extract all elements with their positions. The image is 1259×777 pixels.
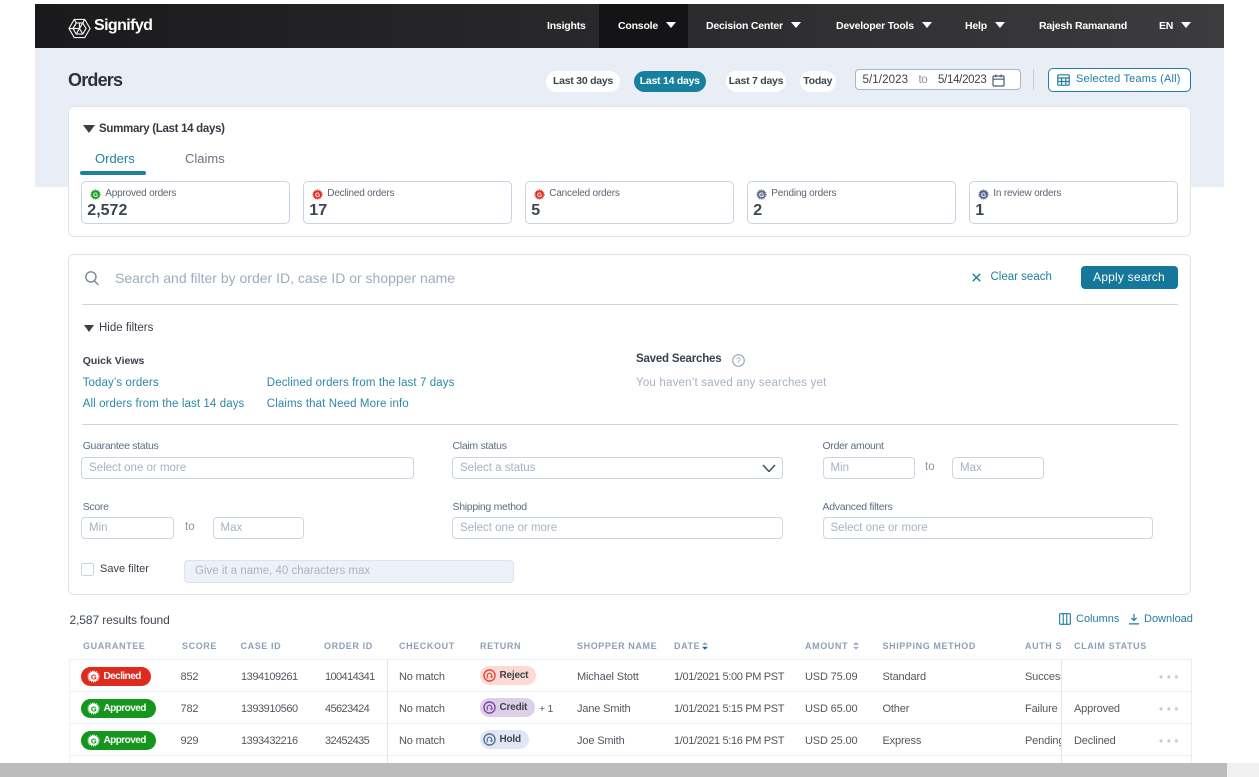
svg-text:G: G <box>91 672 97 681</box>
svg-text:G: G <box>91 736 97 745</box>
svg-text:G: G <box>315 192 320 199</box>
svg-text:G: G <box>981 192 986 199</box>
svg-text:G: G <box>93 192 98 199</box>
svg-text:G: G <box>759 192 764 199</box>
svg-text:G: G <box>537 192 542 199</box>
svg-text:?: ? <box>736 355 741 365</box>
svg-text:G: G <box>91 704 97 713</box>
